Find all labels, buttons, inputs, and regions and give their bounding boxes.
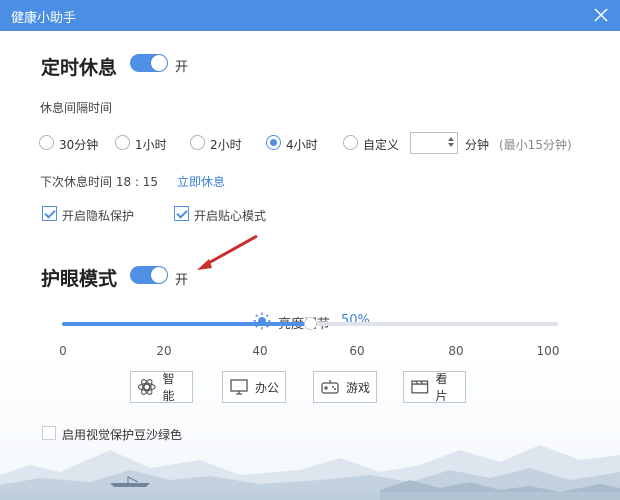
window-title: 健康小助手 xyxy=(11,11,77,26)
spin-arrows-icon[interactable] xyxy=(446,135,455,151)
custom-hint: (最小15分钟) xyxy=(499,138,572,152)
rest-section-title: 定时休息 xyxy=(41,57,118,79)
slider-tick: 80 xyxy=(448,344,464,358)
rest-toggle-label: 开 xyxy=(175,60,189,75)
brightness-slider[interactable] xyxy=(62,317,558,330)
slider-tick: 0 xyxy=(59,344,67,358)
slider-tick: 100 xyxy=(536,344,560,358)
monitor-icon xyxy=(230,379,248,395)
radio-custom[interactable] xyxy=(343,135,358,150)
rest-now-link[interactable]: 立即休息 xyxy=(177,173,225,190)
smart-icon xyxy=(137,379,156,395)
interval-label: 休息间隔时间 xyxy=(40,101,113,115)
green-protection-label: 启用视觉保护豆沙绿色 xyxy=(62,428,183,442)
brightness-slider-thumb[interactable] xyxy=(304,317,317,330)
radio-4hour-label: 4小时 xyxy=(286,138,318,152)
red-arrow-annotation xyxy=(197,234,258,270)
radio-2hour[interactable] xyxy=(190,135,205,150)
slider-tick: 20 xyxy=(156,344,172,358)
custom-minutes-spinbox[interactable] xyxy=(410,132,458,154)
green-protection-checkbox[interactable] xyxy=(42,426,56,440)
mode-smart-button[interactable]: 智能 xyxy=(130,371,193,403)
radio-1hour-label: 1小时 xyxy=(135,138,167,152)
eye-section-title: 护眼模式 xyxy=(41,268,118,290)
eye-toggle-label: 开 xyxy=(175,273,189,288)
title-bar: 健康小助手 xyxy=(0,0,620,31)
slider-tick: 60 xyxy=(349,344,365,358)
radio-30min[interactable] xyxy=(39,135,54,150)
mode-game-label: 游戏 xyxy=(346,380,371,395)
gamepad-icon xyxy=(321,380,339,394)
mode-movie-label: 看片 xyxy=(435,372,448,403)
eye-toggle[interactable] xyxy=(130,266,168,284)
mode-office-button[interactable]: 办公 xyxy=(222,371,286,403)
slider-tick: 40 xyxy=(252,344,268,358)
custom-unit: 分钟 xyxy=(465,138,490,152)
close-icon[interactable] xyxy=(592,6,610,24)
radio-1hour[interactable] xyxy=(115,135,130,150)
rest-toggle[interactable] xyxy=(130,54,168,72)
radio-4hour[interactable] xyxy=(266,135,281,150)
brightness-slider-fill xyxy=(62,322,310,326)
film-icon xyxy=(411,380,429,394)
mode-office-label: 办公 xyxy=(255,380,280,395)
next-rest-time: 下次休息时间 18 : 15 xyxy=(40,175,159,189)
radio-custom-label: 自定义 xyxy=(363,138,400,152)
brightness-icon xyxy=(253,312,271,330)
privacy-checkbox[interactable] xyxy=(42,206,57,221)
radio-30min-label: 30分钟 xyxy=(59,138,99,152)
care-mode-checkbox[interactable] xyxy=(174,206,189,221)
mode-smart-label: 智能 xyxy=(162,372,175,403)
mode-game-button[interactable]: 游戏 xyxy=(313,371,377,403)
privacy-label: 开启隐私保护 xyxy=(62,209,135,223)
radio-2hour-label: 2小时 xyxy=(210,138,242,152)
care-mode-label: 开启贴心模式 xyxy=(194,209,267,223)
mode-movie-button[interactable]: 看片 xyxy=(403,371,466,403)
